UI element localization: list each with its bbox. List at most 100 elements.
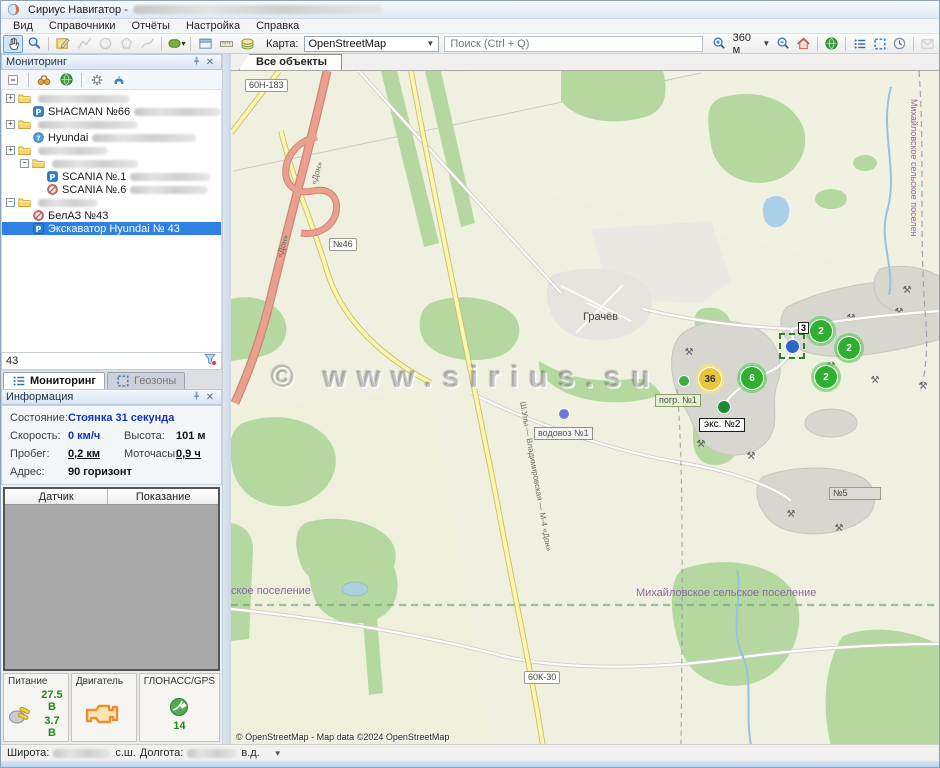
cluster-marker[interactable]: 2 [810, 320, 832, 342]
cluster-marker[interactable]: 2 [815, 366, 837, 388]
info-label: Скорость: [10, 430, 68, 442]
cluster-marker[interactable]: 2 [838, 337, 860, 359]
expand-icon[interactable]: + [6, 94, 15, 103]
info-value: 101 м [176, 430, 213, 442]
tree-item-label: Hyundai [48, 132, 88, 144]
map-tab-all-objects[interactable]: Все объекты [239, 54, 342, 70]
tree-filter[interactable]: 43 [1, 352, 222, 370]
tree-item-label: БелАЗ №43 [48, 210, 108, 222]
redacted-text [52, 160, 138, 168]
cluster-marker[interactable]: 36 [699, 368, 721, 390]
folder-icon [18, 92, 31, 105]
draw-line-button [137, 35, 157, 53]
object-marker[interactable] [679, 376, 689, 386]
svg-text:?: ? [36, 133, 40, 142]
edit-map-button[interactable] [53, 35, 73, 53]
draw-route-icon [77, 36, 92, 51]
pin-icon[interactable] [189, 390, 203, 404]
menu-item-справочники[interactable]: Справочники [41, 20, 124, 32]
satellite-icon [168, 696, 190, 718]
title-bar: Сириус Навигатор - [1, 1, 939, 19]
selected-object-marker[interactable]: 3 [779, 333, 805, 359]
menu-item-настройка[interactable]: Настройка [178, 20, 248, 32]
panel-button[interactable] [195, 35, 215, 53]
column-header-показание[interactable]: Показание [108, 489, 218, 504]
pan-tool-button[interactable] [3, 35, 23, 53]
collapse-all-button[interactable] [3, 71, 23, 89]
map-label: №5 [829, 487, 881, 500]
statusbar-dropdown-icon[interactable]: ▼ [274, 749, 282, 758]
phone-button[interactable] [109, 71, 129, 89]
folder-icon [32, 157, 45, 170]
tree-item-scania-6[interactable]: SCANIA №.6 [2, 183, 221, 196]
tree-item-экскаватор-hyundai-43[interactable]: PЭкскаватор Hyundai № 43 [2, 222, 221, 235]
tree-item-белаз-43[interactable]: БелАЗ №43 [2, 209, 221, 222]
ruler-button[interactable] [216, 35, 236, 53]
svg-text:P: P [36, 224, 42, 234]
splitter[interactable] [223, 54, 231, 744]
history-button[interactable] [890, 35, 909, 53]
map-select-value: OpenStreetMap [309, 38, 387, 50]
sensor-table-body[interactable] [5, 505, 218, 669]
menu-item-справка[interactable]: Справка [248, 20, 307, 32]
zoom-box-button[interactable] [24, 35, 44, 53]
nosignal-icon [46, 183, 59, 196]
gauge-value: 3.7 В [40, 715, 64, 739]
home-button[interactable] [794, 35, 813, 53]
map-select[interactable]: OpenStreetMap ▼ [304, 36, 440, 52]
globe-green-button[interactable] [56, 71, 76, 89]
menu-item-вид[interactable]: Вид [5, 20, 41, 32]
tree-item-scania-1[interactable]: PSCANIA №.1 [2, 170, 221, 183]
collapse-icon[interactable]: − [6, 198, 15, 207]
column-header-датчик[interactable]: Датчик [5, 489, 108, 504]
sidebar: Мониторинг ✕ +PSHACMAN №66+?Hyundai+−PSC… [1, 54, 223, 744]
map-canvas[interactable]: ⚒⚒⚒ ⚒⚒⚒ ⚒⚒ ⚒⚒⚒ [231, 71, 939, 744]
frame-button[interactable] [870, 35, 889, 53]
main-region: Мониторинг ✕ +PSHACMAN №66+?Hyundai+−PSC… [1, 54, 939, 744]
tab-мониторинг[interactable]: Мониторинг [3, 372, 105, 389]
expand-icon[interactable]: + [6, 120, 15, 129]
funnel-icon[interactable] [204, 353, 217, 369]
tree-item-hyundai[interactable]: ? Hyundai [2, 131, 221, 144]
close-icon[interactable]: ✕ [203, 57, 217, 68]
zoom-out-button[interactable] [774, 35, 793, 53]
gauge-satellite: ГЛОНАСС/GPS14 [139, 673, 220, 742]
info-label: Моточасы: [124, 448, 176, 460]
edit-map-icon [56, 36, 71, 51]
globe-icon [824, 36, 839, 51]
engine-icon [84, 700, 124, 728]
zoom-level-value: 360 м [733, 32, 760, 56]
globe-button[interactable] [822, 35, 841, 53]
gauge-label: Двигатель [76, 676, 132, 689]
zoom-level-select[interactable]: 360 м▼ [730, 32, 774, 56]
frame-icon [116, 374, 130, 388]
object-marker[interactable] [718, 401, 730, 413]
tree-item-label: SCANIA №.1 [62, 171, 126, 183]
tree-item-folder[interactable]: + [2, 144, 221, 157]
tree-item-folder[interactable]: + [2, 92, 221, 105]
settings-button[interactable] [87, 71, 107, 89]
menu-item-отчёты[interactable]: Отчёты [124, 20, 178, 32]
legend-button[interactable] [850, 35, 869, 53]
money-button[interactable] [237, 35, 257, 53]
geozone-button[interactable]: ▾ [166, 35, 186, 53]
expand-icon[interactable]: + [6, 146, 15, 155]
tree-item-folder[interactable]: − [2, 157, 221, 170]
map-label: ское поселение [231, 585, 311, 597]
cluster-marker[interactable]: 6 [741, 367, 763, 389]
zoom-in-button[interactable] [710, 35, 729, 53]
info-label: Пробег: [10, 448, 68, 460]
close-icon[interactable]: ✕ [203, 392, 217, 403]
tree-item-folder[interactable]: + [2, 118, 221, 131]
binoculars-button[interactable] [34, 71, 54, 89]
tree-item-folder[interactable]: − [2, 196, 221, 209]
collapse-icon[interactable]: − [20, 159, 29, 168]
object-marker[interactable] [559, 409, 569, 419]
gauge-body: 14 [144, 689, 215, 739]
search-input[interactable] [444, 36, 702, 52]
tab-геозоны[interactable]: Геозоны [107, 372, 185, 389]
tree-item-shacman-66[interactable]: PSHACMAN №66 [2, 105, 221, 118]
pin-icon[interactable] [189, 55, 203, 69]
redacted-text [134, 108, 221, 116]
tree-item-label: SCANIA №.6 [62, 184, 126, 196]
